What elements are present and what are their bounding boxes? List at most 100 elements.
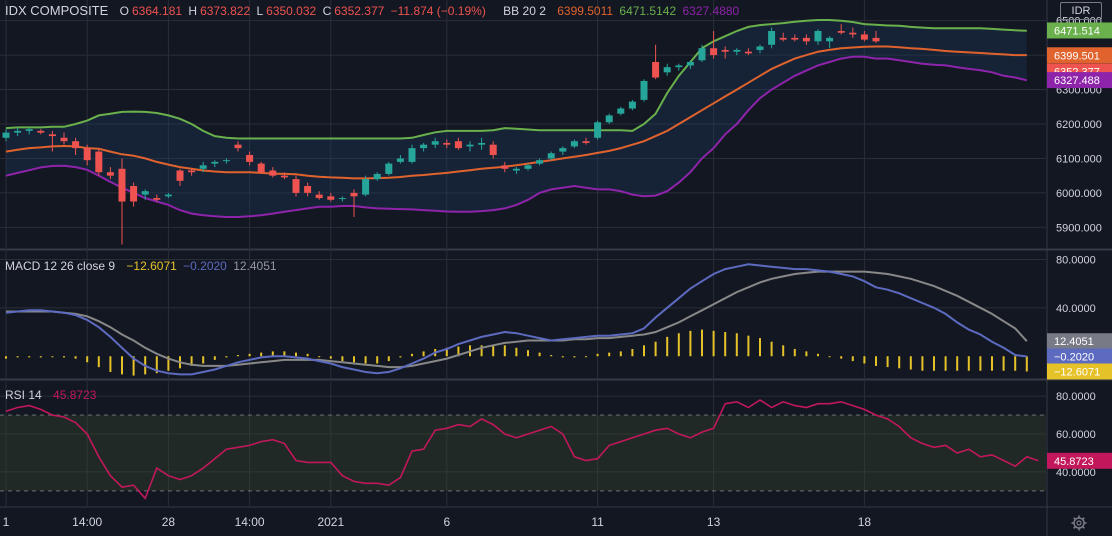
open-value: 6364.181 [131, 4, 183, 18]
macd-hist-bar [875, 356, 877, 366]
candle-body [280, 175, 288, 178]
macd-hist-bar [16, 356, 19, 358]
candle-body [791, 37, 799, 40]
macd-hist-bar [295, 352, 297, 357]
candle-body [246, 155, 254, 162]
macd-hist-bar [933, 356, 935, 371]
candle-body [489, 144, 497, 155]
candle-body [594, 122, 602, 138]
macd-hist-value: −12.6071 [126, 259, 177, 273]
candle-body [362, 179, 370, 195]
candle-body [652, 62, 660, 78]
candle-body [25, 129, 33, 131]
macd-hist-bar [805, 351, 808, 357]
symbol-name[interactable]: IDX COMPOSITE [5, 3, 108, 18]
macd-hist-bar [86, 356, 89, 363]
macd-hist-bar [109, 356, 112, 372]
candle-body [582, 141, 590, 143]
candle-body [547, 153, 555, 159]
macd-hist-bar [550, 355, 553, 357]
y-tick-label: 6000.000 [1056, 188, 1102, 200]
macd-hist-bar [422, 351, 425, 357]
x-tick-label: 14:00 [72, 515, 102, 529]
low-label: L [256, 4, 264, 18]
macd-hist-bar [967, 356, 970, 371]
candle-body [269, 170, 277, 176]
macd-hist-bar [1014, 356, 1017, 371]
macd-hist-bar [898, 356, 901, 369]
candle-body [617, 108, 625, 114]
price-label: 6327.488 [1054, 75, 1100, 87]
candle-body [872, 37, 880, 42]
candle-body [663, 67, 671, 73]
macd-hist-bar [712, 330, 715, 357]
candle-body [257, 163, 265, 173]
candle-body [512, 168, 520, 171]
y-tick-label: 60.0000 [1056, 429, 1096, 441]
candle-body [83, 148, 91, 161]
y-tick-label: 5900.000 [1056, 222, 1102, 234]
candle-body [396, 158, 404, 162]
candle-body [744, 51, 752, 54]
macd-hist-bar [840, 356, 843, 359]
candle-body [454, 141, 462, 149]
candle-body [176, 170, 184, 181]
macd-hist-bar [585, 356, 587, 358]
price-label: 6471.514 [1054, 25, 1100, 37]
macd-hist-bar [51, 356, 54, 358]
bb-lower-value: 6327.4880 [682, 4, 740, 18]
macd-hist-bar [677, 333, 680, 357]
price-label: −0.2020 [1054, 351, 1094, 363]
macd-hist-bar [735, 333, 738, 357]
candle-body [72, 141, 80, 149]
candle-body [443, 142, 451, 145]
currency-button[interactable]: IDR [1060, 2, 1102, 20]
candle-body [779, 37, 787, 40]
macd-hist-bar [793, 348, 796, 357]
gear-icon[interactable] [1070, 514, 1088, 532]
macd-hist-bar [909, 356, 912, 370]
bb-label[interactable]: BB 20 2 [503, 4, 546, 18]
candle-body [733, 49, 741, 52]
macd-hist-bar [260, 352, 263, 357]
macd-hist-bar [5, 356, 7, 359]
macd-hist-bar [353, 356, 355, 363]
macd-hist-bar [631, 348, 634, 357]
candle-body [837, 31, 845, 33]
rsi-label[interactable]: RSI 14 [5, 388, 42, 402]
macd-hist-bar [817, 353, 819, 357]
macd-hist-bar [666, 336, 669, 357]
bb-mid-value: 6399.5011 [557, 4, 614, 18]
macd-hist-bar [863, 356, 866, 364]
candle-body [338, 198, 346, 200]
macd-hist-bar [376, 356, 379, 364]
candle-body [234, 144, 242, 149]
rsi-value: 45.8723 [53, 388, 97, 402]
candle-body [130, 186, 138, 202]
candle-body [826, 37, 834, 42]
macd-hist-bar [851, 356, 854, 362]
macd-hist-bar [364, 356, 367, 364]
macd-label[interactable]: MACD 12 26 close 9 [5, 259, 115, 273]
candle-body [710, 48, 718, 56]
macd-hist-bar [561, 356, 564, 358]
price-label: 6399.501 [1054, 50, 1100, 62]
main-legend: IDX COMPOSITE O 6364.181 H 6373.822 L 6350.… [5, 3, 742, 18]
candle-body [686, 62, 694, 66]
x-tick-label: 18 [858, 515, 872, 529]
price-label: −12.6071 [1054, 366, 1100, 378]
candle-body [373, 173, 381, 180]
candle-body [327, 196, 335, 200]
macd-hist-bar [411, 353, 413, 357]
candle-body [721, 49, 729, 52]
price-label: 45.8723 [1054, 456, 1094, 468]
candle-body [860, 34, 868, 40]
close-value: 6352.377 [334, 4, 385, 18]
candle-body [570, 141, 578, 147]
open-label: O [119, 4, 129, 18]
candle-body [304, 186, 312, 193]
macd-hist-bar [886, 356, 889, 368]
macd-hist-bar [956, 356, 959, 371]
candle-body [2, 132, 10, 138]
candle-body [211, 161, 219, 164]
